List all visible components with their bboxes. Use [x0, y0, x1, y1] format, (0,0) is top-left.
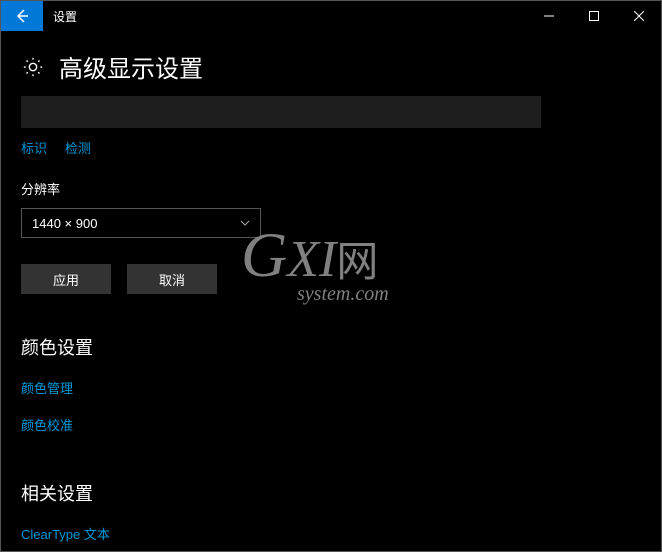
cancel-button[interactable]: 取消: [127, 264, 217, 294]
chevron-down-icon: [240, 220, 250, 226]
button-row: 应用 取消: [21, 264, 641, 294]
window-title: 设置: [43, 8, 77, 25]
color-section-title: 颜色设置: [21, 334, 641, 360]
gear-icon: [21, 55, 45, 79]
preview-links: 标识 检测: [21, 138, 641, 157]
display-preview-area[interactable]: [21, 96, 541, 128]
titlebar: 设置: [1, 1, 661, 31]
identify-link[interactable]: 标识: [21, 138, 47, 157]
minimize-icon: [544, 11, 554, 21]
color-calibration-link[interactable]: 颜色校准: [21, 415, 73, 434]
settings-window: 设置 高级显示设置 标识 检测 分辨率 1440 × 90: [0, 0, 662, 552]
close-icon: [634, 11, 644, 21]
arrow-left-icon: [14, 8, 30, 24]
maximize-icon: [589, 11, 599, 21]
minimize-button[interactable]: [526, 1, 571, 31]
cleartype-link[interactable]: ClearType 文本: [21, 524, 110, 543]
resolution-label: 分辨率: [21, 179, 641, 198]
detect-link[interactable]: 检测: [65, 138, 91, 157]
apply-button[interactable]: 应用: [21, 264, 111, 294]
color-management-link[interactable]: 颜色管理: [21, 378, 73, 397]
content-area: 高级显示设置 标识 检测 分辨率 1440 × 900 应用 取消 颜色设置 颜…: [1, 31, 661, 552]
window-controls: [526, 1, 661, 31]
resolution-value: 1440 × 900: [32, 216, 97, 231]
maximize-button[interactable]: [571, 1, 616, 31]
back-button[interactable]: [1, 1, 43, 31]
page-title: 高级显示设置: [59, 49, 203, 84]
close-button[interactable]: [616, 1, 661, 31]
resolution-dropdown[interactable]: 1440 × 900: [21, 208, 261, 238]
page-header: 高级显示设置: [21, 49, 641, 84]
related-section-title: 相关设置: [21, 480, 641, 506]
